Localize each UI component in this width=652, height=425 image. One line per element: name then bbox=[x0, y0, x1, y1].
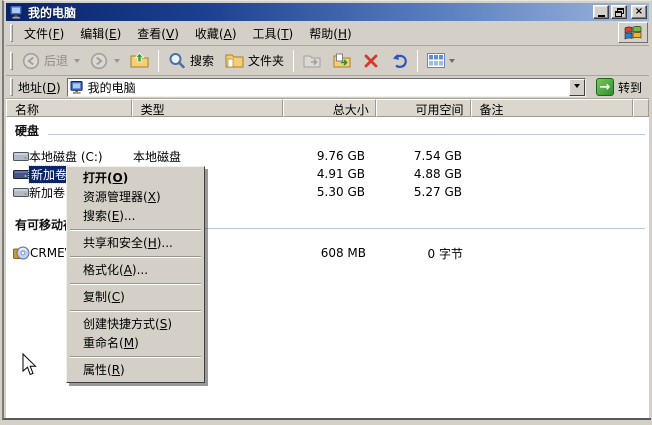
go-arrow-icon: → bbox=[596, 78, 614, 96]
up-button[interactable] bbox=[125, 49, 154, 72]
menu-separator bbox=[70, 283, 201, 285]
back-icon bbox=[22, 52, 40, 70]
windows-logo bbox=[618, 22, 648, 43]
chevron-down-icon bbox=[574, 84, 580, 91]
menu-separator bbox=[70, 256, 201, 258]
back-dropdown[interactable] bbox=[74, 59, 80, 66]
restore-button[interactable] bbox=[611, 5, 627, 19]
context-menu-format[interactable]: 格式化(A)... bbox=[68, 261, 203, 280]
context-menu-open[interactable]: 打开(O) bbox=[68, 169, 203, 188]
context-menu-rename[interactable]: 重命名(M) bbox=[68, 334, 203, 353]
address-bar: 地址(D) 我的电脑 → 转到 bbox=[6, 76, 649, 99]
context-menu-copy[interactable]: 复制(C) bbox=[68, 288, 203, 307]
column-header-note[interactable]: 备注 bbox=[471, 99, 633, 117]
back-button[interactable]: 后退 bbox=[17, 49, 73, 73]
move-to-button[interactable] bbox=[298, 50, 327, 72]
copy-to-button[interactable] bbox=[328, 50, 357, 72]
folders-button[interactable]: 文件夹 bbox=[220, 49, 289, 72]
menu-tools[interactable]: 工具(T) bbox=[245, 22, 302, 45]
menu-help[interactable]: 帮助(H) bbox=[301, 22, 359, 45]
forward-button[interactable] bbox=[85, 49, 113, 73]
group-underline bbox=[132, 228, 645, 229]
menu-view[interactable]: 查看(V) bbox=[129, 22, 187, 45]
menu-bar: 文件(F) 编辑(E) 查看(V) 收藏(A) 工具(T) 帮助(H) bbox=[6, 21, 649, 46]
computer-icon bbox=[70, 81, 84, 94]
toolbar-grip[interactable] bbox=[10, 52, 13, 70]
column-header-size[interactable]: 总大小 bbox=[283, 99, 376, 117]
copy-to-icon bbox=[333, 53, 352, 69]
move-to-icon bbox=[303, 53, 322, 69]
column-header-free[interactable]: 可用空间 bbox=[376, 99, 471, 117]
column-header-blank[interactable] bbox=[633, 99, 649, 117]
restore-icon bbox=[615, 8, 624, 17]
forward-dropdown[interactable] bbox=[114, 59, 120, 66]
address-input[interactable]: 我的电脑 bbox=[67, 78, 586, 97]
search-icon bbox=[168, 52, 186, 70]
menu-separator bbox=[70, 310, 201, 312]
up-folder-icon bbox=[130, 52, 149, 69]
toolbar-separator bbox=[158, 50, 159, 72]
hard-disk-icon-selected bbox=[13, 168, 29, 181]
address-dropdown-button[interactable] bbox=[569, 79, 585, 96]
views-dropdown[interactable] bbox=[449, 59, 455, 66]
menu-edit[interactable]: 编辑(E) bbox=[72, 22, 129, 45]
address-label: 地址(D) bbox=[16, 79, 67, 96]
context-menu: 打开(O) 资源管理器(X) 搜索(E)... 共享和安全(H)... 格式化(… bbox=[66, 166, 205, 383]
group-header-hard-disks: 硬盘 bbox=[6, 122, 649, 138]
column-header-name[interactable]: 名称 bbox=[6, 99, 132, 117]
forward-icon bbox=[90, 52, 108, 70]
views-button[interactable] bbox=[422, 50, 460, 71]
menu-file[interactable]: 文件(F) bbox=[16, 22, 72, 45]
addressbar-grip[interactable] bbox=[10, 78, 13, 96]
minimize-icon bbox=[598, 15, 605, 17]
context-menu-properties[interactable]: 属性(R) bbox=[68, 361, 203, 380]
context-menu-explore[interactable]: 资源管理器(X) bbox=[68, 188, 203, 207]
toolbar: 后退 搜索 bbox=[6, 46, 649, 76]
toolbar-separator bbox=[293, 50, 294, 72]
undo-button[interactable] bbox=[385, 50, 413, 72]
close-button[interactable]: × bbox=[631, 5, 647, 19]
address-value: 我的电脑 bbox=[88, 79, 569, 96]
hard-disk-icon bbox=[13, 150, 29, 163]
computer-icon bbox=[9, 5, 24, 19]
views-icon bbox=[427, 53, 445, 68]
column-headers: 名称 类型 总大小 可用空间 备注 bbox=[6, 99, 649, 117]
go-button[interactable]: → 转到 bbox=[593, 77, 645, 97]
hard-disk-icon bbox=[13, 186, 29, 199]
titlebar[interactable]: 我的电脑 × bbox=[6, 3, 649, 21]
drive-row-c[interactable]: 本地磁盘 (C:) 本地磁盘 9.76 GB 7.54 GB bbox=[6, 147, 649, 165]
context-menu-sharing-security[interactable]: 共享和安全(H)... bbox=[68, 234, 203, 253]
selected-item-label: 新加卷 bbox=[29, 166, 69, 183]
group-underline bbox=[48, 134, 645, 135]
mouse-cursor bbox=[22, 353, 38, 377]
menu-favorites[interactable]: 收藏(A) bbox=[187, 22, 245, 45]
minimize-button[interactable] bbox=[593, 5, 609, 19]
menu-separator bbox=[70, 356, 201, 358]
window-title: 我的电脑 bbox=[28, 4, 591, 21]
column-header-type[interactable]: 类型 bbox=[132, 99, 284, 117]
delete-button[interactable] bbox=[358, 50, 384, 72]
menubar-grip[interactable] bbox=[10, 24, 13, 42]
undo-icon bbox=[390, 53, 408, 69]
cd-disc-icon bbox=[13, 246, 30, 260]
folders-icon bbox=[225, 52, 244, 69]
delete-x-icon bbox=[363, 53, 379, 69]
context-menu-create-shortcut[interactable]: 创建快捷方式(S) bbox=[68, 315, 203, 334]
desktop: 我的电脑 × 文件(F) 编辑(E) 查看(V) 收藏(A) 工具(T) 帮助(… bbox=[0, 0, 652, 425]
toolbar-separator bbox=[417, 50, 418, 72]
menu-separator bbox=[70, 229, 201, 231]
search-button[interactable]: 搜索 bbox=[163, 49, 219, 73]
windows-flag-icon bbox=[623, 24, 643, 41]
context-menu-search[interactable]: 搜索(E)... bbox=[68, 207, 203, 226]
